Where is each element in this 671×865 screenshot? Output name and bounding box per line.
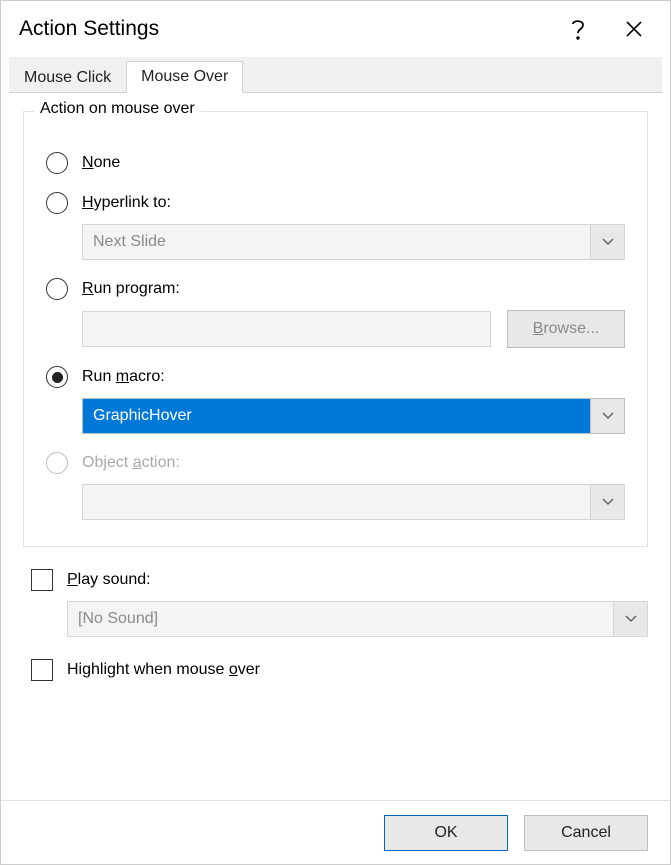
radio-runmacro[interactable]	[46, 366, 68, 388]
option-hyperlink-row[interactable]: Hyperlink to:	[46, 192, 625, 214]
tab-mouse-over[interactable]: Mouse Over	[126, 61, 243, 93]
ok-button[interactable]: OK	[384, 815, 508, 851]
radio-runprogram[interactable]	[46, 278, 68, 300]
checkbox-playsound[interactable]	[31, 569, 53, 591]
help-icon	[571, 18, 585, 40]
objectaction-combo-wrap	[82, 484, 625, 520]
macro-combo-value: GraphicHover	[83, 399, 590, 433]
group-legend: Action on mouse over	[34, 100, 201, 118]
chevron-down-icon	[590, 485, 624, 519]
tab-strip: Mouse Click Mouse Over	[9, 57, 662, 93]
sound-combo[interactable]: [No Sound]	[67, 601, 648, 637]
chevron-down-icon[interactable]	[590, 225, 624, 259]
option-none-row[interactable]: None	[46, 152, 625, 174]
objectaction-combo-value	[83, 485, 590, 519]
objectaction-combo	[82, 484, 625, 520]
option-runmacro-row[interactable]: Run macro:	[46, 366, 625, 388]
tab-content: Action on mouse over None Hyperlink to: …	[1, 93, 670, 800]
macro-combo-wrap: GraphicHover	[82, 398, 625, 434]
label-none: None	[82, 154, 120, 172]
highlight-row[interactable]: Highlight when mouse over	[31, 659, 648, 681]
runprogram-input-row: Browse...	[82, 310, 625, 348]
chevron-down-icon[interactable]	[590, 399, 624, 433]
sound-combo-value: [No Sound]	[68, 602, 613, 636]
close-button[interactable]	[606, 1, 662, 57]
option-runprogram-row[interactable]: Run program:	[46, 278, 625, 300]
chevron-down-icon[interactable]	[613, 602, 647, 636]
label-highlight: Highlight when mouse over	[67, 661, 260, 679]
cancel-button[interactable]: Cancel	[524, 815, 648, 851]
radio-none[interactable]	[46, 152, 68, 174]
radio-hyperlink[interactable]	[46, 192, 68, 214]
radio-dot	[52, 372, 63, 383]
label-runmacro: Run macro:	[82, 368, 165, 386]
hyperlink-combo-value: Next Slide	[83, 225, 590, 259]
browse-button[interactable]: Browse...	[507, 310, 625, 348]
label-runprogram: Run program:	[82, 280, 180, 298]
runprogram-textbox[interactable]	[82, 311, 491, 347]
tab-mouse-click[interactable]: Mouse Click	[9, 62, 126, 93]
dialog-footer: OK Cancel	[1, 800, 670, 864]
radio-objectaction	[46, 452, 68, 474]
action-group: Action on mouse over None Hyperlink to: …	[23, 111, 648, 547]
label-hyperlink: Hyperlink to:	[82, 194, 171, 212]
close-icon	[625, 20, 643, 38]
checkbox-highlight[interactable]	[31, 659, 53, 681]
help-button[interactable]	[550, 1, 606, 57]
playsound-row[interactable]: Play sound:	[31, 569, 648, 591]
option-objectaction-row: Object action:	[46, 452, 625, 474]
hyperlink-combo[interactable]: Next Slide	[82, 224, 625, 260]
label-objectaction: Object action:	[82, 454, 180, 472]
sound-combo-wrap: [No Sound]	[67, 601, 648, 637]
label-playsound: Play sound:	[67, 571, 151, 589]
action-settings-dialog: Action Settings Mouse Click Mouse Over A…	[0, 0, 671, 865]
hyperlink-combo-wrap: Next Slide	[82, 224, 625, 260]
macro-combo[interactable]: GraphicHover	[82, 398, 625, 434]
dialog-title: Action Settings	[19, 17, 550, 41]
titlebar: Action Settings	[1, 1, 670, 57]
